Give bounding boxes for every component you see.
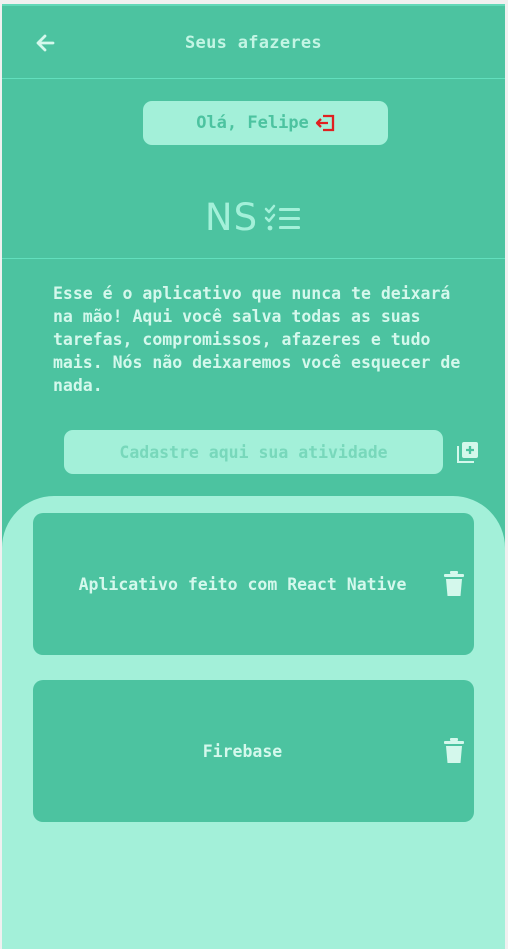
app-screen: Seus afazeres Olá, Felipe NS Esse é o ap…	[2, 4, 505, 949]
add-task-button[interactable]	[456, 440, 480, 464]
add-box-icon	[457, 442, 478, 463]
app-description: Esse é o aplicativo que nunca te deixará…	[53, 284, 461, 395]
new-task-input[interactable]	[64, 430, 443, 474]
delete-task-button[interactable]	[443, 738, 465, 764]
divider	[2, 258, 505, 259]
task-list: Aplicativo feito com React Native Fireba…	[2, 496, 505, 949]
logo-text: NS	[204, 196, 259, 239]
logout-button[interactable]: Olá, Felipe	[143, 101, 388, 145]
greeting-label: Olá, Felipe	[196, 113, 309, 133]
logout-icon	[315, 114, 334, 132]
task-name: Aplicativo feito com React Native	[78, 574, 407, 594]
task-item[interactable]: Aplicativo feito com React Native	[33, 513, 474, 655]
header: Seus afazeres	[2, 6, 505, 79]
app-logo: NS	[2, 196, 505, 239]
task-name: Firebase	[202, 741, 283, 761]
task-item[interactable]: Firebase	[33, 680, 474, 822]
checklist-icon	[264, 204, 301, 230]
delete-task-button[interactable]	[443, 571, 465, 597]
trash-icon	[444, 738, 464, 763]
page-title: Seus afazeres	[185, 33, 322, 53]
trash-icon	[444, 571, 464, 596]
